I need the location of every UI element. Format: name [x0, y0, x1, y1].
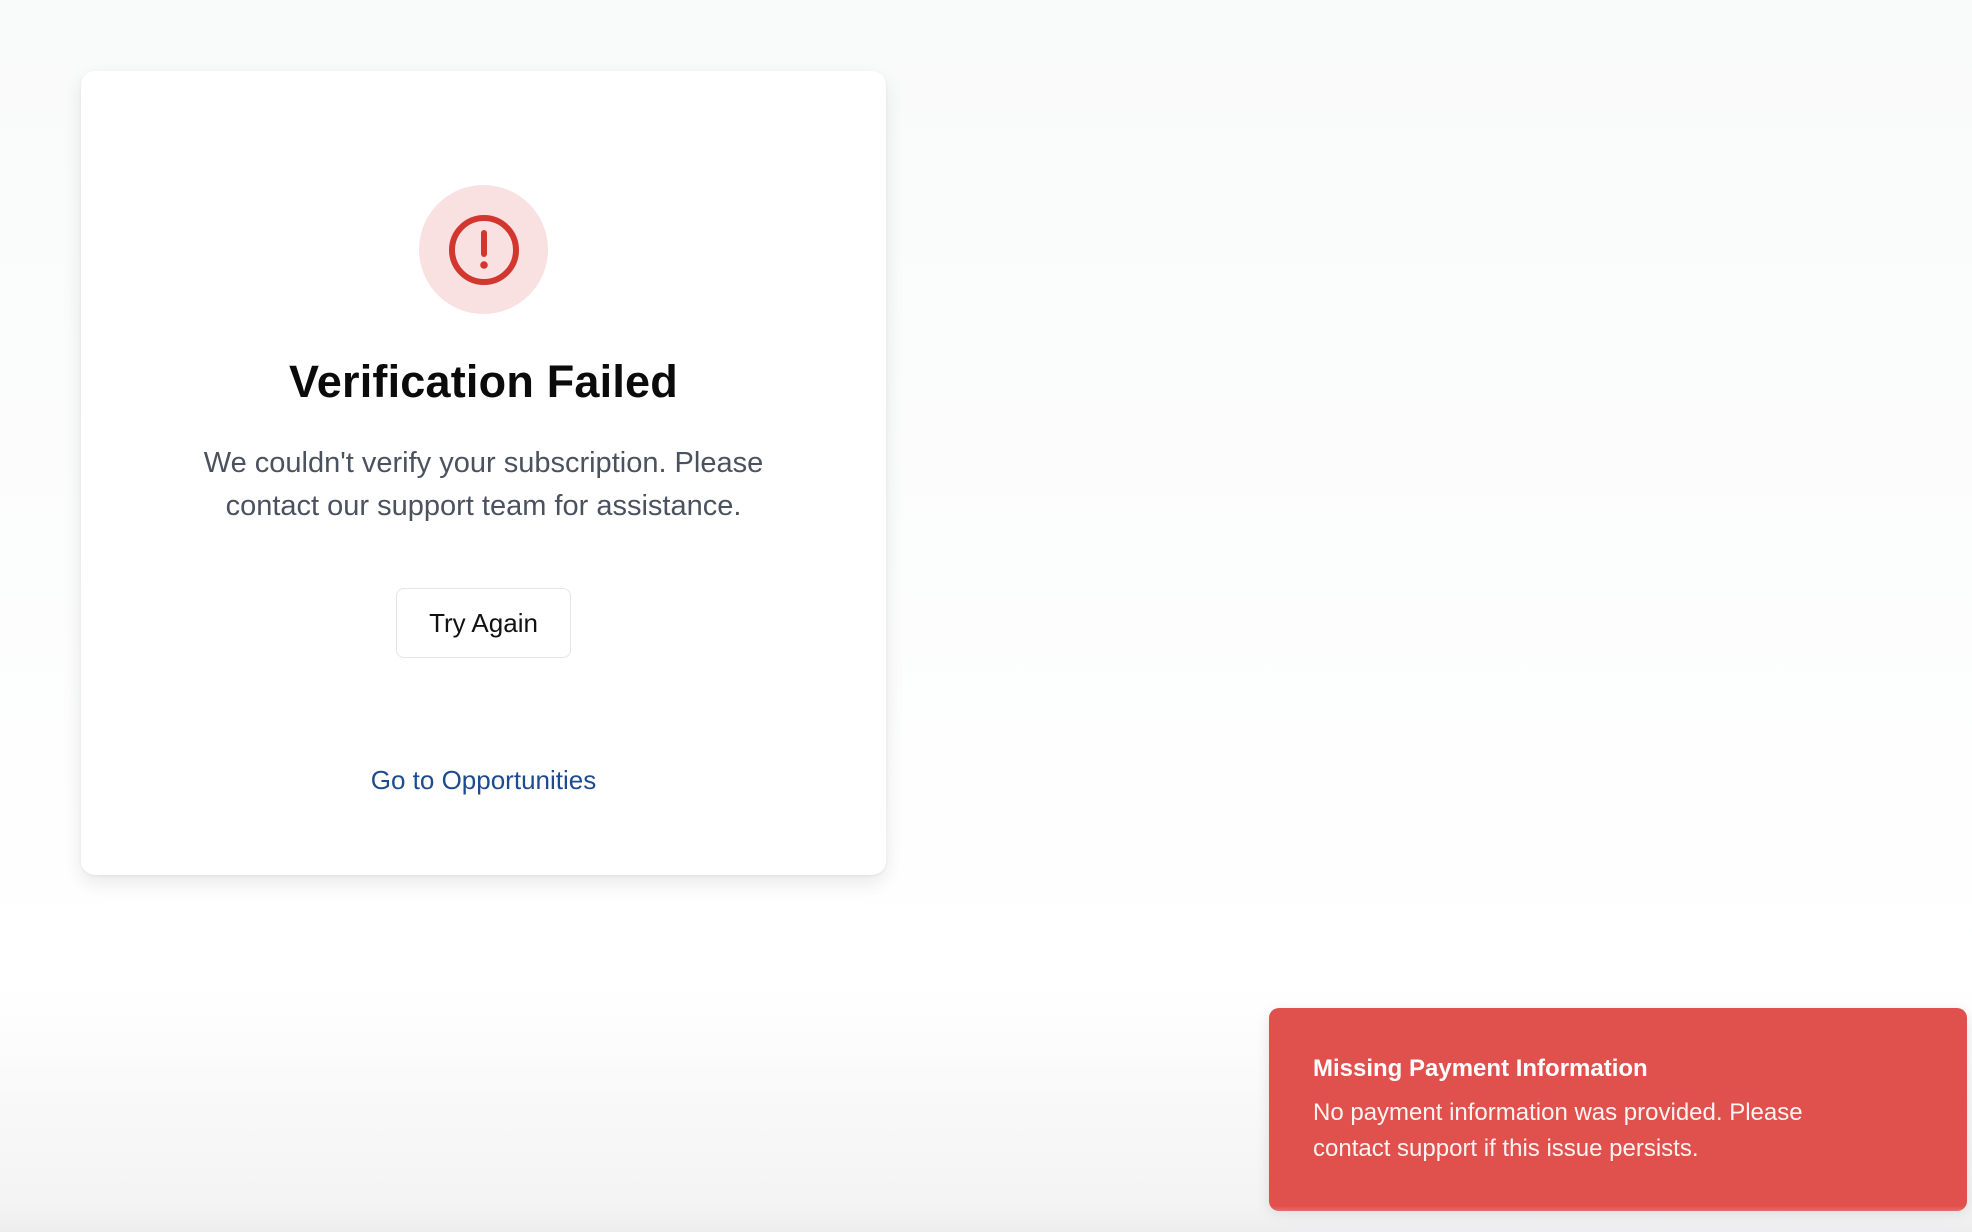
- try-again-button[interactable]: Try Again: [396, 588, 571, 658]
- error-message: We couldn't verify your subscription. Pl…: [203, 447, 764, 522]
- page-title: Verification Failed: [289, 356, 678, 407]
- verification-card: Verification Failed We couldn't verify y…: [81, 71, 886, 875]
- go-to-opportunities-link[interactable]: Go to Opportunities: [81, 765, 886, 796]
- toast-title: Missing Payment Information: [1313, 1055, 1648, 1082]
- alert-circle-icon: [448, 214, 519, 285]
- error-toast[interactable]: Missing Payment Information No payment i…: [1269, 1008, 1967, 1211]
- toast-message: No payment information was provided. Ple…: [1313, 1099, 1803, 1162]
- error-icon-badge: [419, 185, 548, 314]
